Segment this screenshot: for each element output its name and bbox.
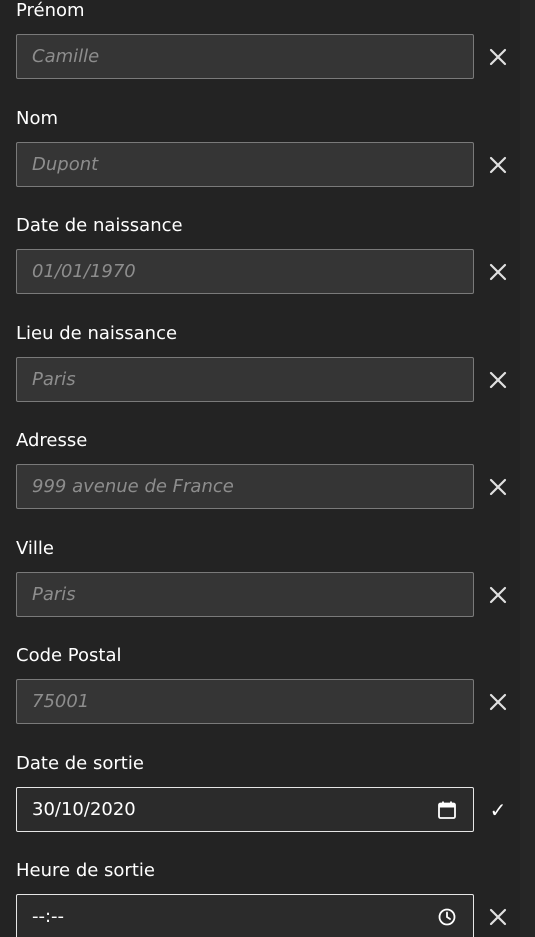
clear-icon[interactable] [486, 260, 510, 284]
field-label: Ville [16, 538, 54, 559]
input-placeholder: Paris [32, 584, 76, 605]
field-date-de-naissance: Date de naissance 01/01/1970 [16, 215, 516, 315]
input-value: --:-- [32, 906, 65, 927]
field-lieu-de-naissance: Lieu de naissance Paris [16, 323, 516, 423]
date-de-naissance-input[interactable]: 01/01/1970 [16, 249, 474, 294]
clear-icon[interactable] [486, 45, 510, 69]
field-nom: Nom Dupont [16, 108, 516, 208]
input-placeholder: 75001 [32, 691, 90, 712]
field-label: Lieu de naissance [16, 323, 178, 344]
field-prenom: Prénom Camille [16, 0, 516, 100]
clear-icon[interactable] [486, 905, 510, 929]
field-label: Nom [16, 108, 59, 129]
field-label: Code Postal [16, 645, 122, 666]
field-label: Adresse [16, 430, 88, 451]
clear-icon[interactable] [486, 690, 510, 714]
field-adresse: Adresse 999 avenue de France [16, 430, 516, 530]
field-label: Prénom [16, 0, 85, 21]
input-placeholder: Camille [32, 46, 100, 67]
input-placeholder: 999 avenue de France [32, 476, 234, 497]
adresse-input[interactable]: 999 avenue de France [16, 464, 474, 509]
date-de-sortie-input[interactable]: 30/10/2020 [16, 787, 474, 832]
clear-icon[interactable] [486, 583, 510, 607]
field-label: Heure de sortie [16, 860, 155, 881]
form-page: Prénom Camille Nom Dupont Date de naissa… [0, 0, 520, 937]
field-ville: Ville Paris [16, 538, 516, 638]
input-placeholder: Paris [32, 369, 76, 390]
nom-input[interactable]: Dupont [16, 142, 474, 187]
input-value: 30/10/2020 [32, 799, 136, 820]
lieu-de-naissance-input[interactable]: Paris [16, 357, 474, 402]
clear-icon[interactable] [486, 153, 510, 177]
code-postal-input[interactable]: 75001 [16, 679, 474, 724]
clear-icon[interactable] [486, 475, 510, 499]
field-code-postal: Code Postal 75001 [16, 645, 516, 745]
field-heure-de-sortie: Heure de sortie --:-- [16, 860, 516, 937]
field-label: Date de naissance [16, 215, 183, 236]
calendar-icon[interactable] [436, 799, 458, 821]
heure-de-sortie-input[interactable]: --:-- [16, 894, 474, 937]
input-placeholder: 01/01/1970 [32, 261, 136, 282]
prenom-input[interactable]: Camille [16, 34, 474, 79]
input-placeholder: Dupont [32, 154, 99, 175]
clear-icon[interactable] [486, 368, 510, 392]
clock-icon[interactable] [436, 906, 458, 928]
field-label: Date de sortie [16, 753, 144, 774]
scrollbar-track[interactable] [520, 0, 535, 937]
field-date-de-sortie: Date de sortie 30/10/2020 ✓ [16, 753, 516, 853]
ville-input[interactable]: Paris [16, 572, 474, 617]
check-icon: ✓ [489, 798, 507, 822]
